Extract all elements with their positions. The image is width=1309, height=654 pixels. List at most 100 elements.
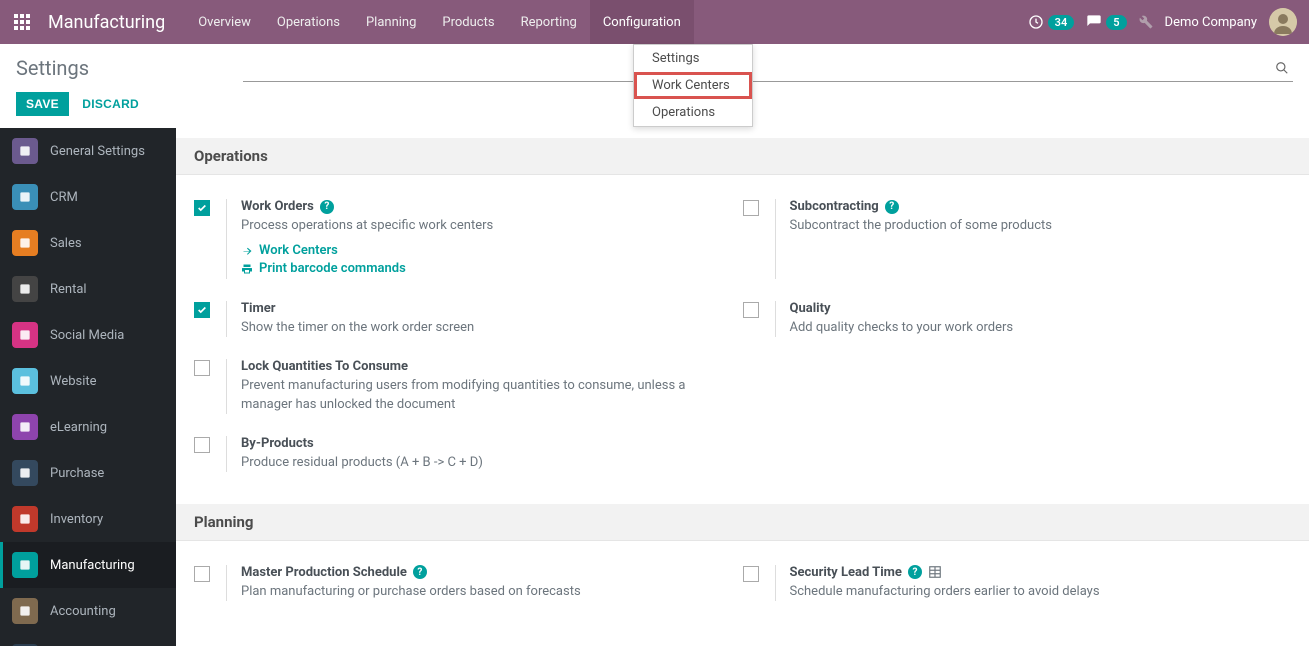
setting-timer: Timer Show the timer on the work order sc… bbox=[194, 293, 743, 351]
sidebar-item-label: Manufacturing bbox=[50, 558, 135, 573]
arrow-icon bbox=[241, 245, 253, 257]
module-icon bbox=[12, 598, 38, 624]
checkbox-subcontracting[interactable] bbox=[743, 200, 759, 216]
setting-quality: Quality Add quality checks to your work o… bbox=[743, 293, 1292, 351]
app-brand[interactable]: Manufacturing bbox=[44, 12, 185, 33]
user-avatar[interactable] bbox=[1269, 8, 1297, 36]
search-icon[interactable] bbox=[1275, 61, 1289, 75]
nav-configuration[interactable]: Configuration bbox=[590, 0, 694, 44]
sidebar-item-social-media[interactable]: Social Media bbox=[0, 312, 176, 358]
setting-link-work-centers[interactable]: Work Centers bbox=[241, 243, 723, 258]
module-icon bbox=[12, 552, 38, 578]
checkbox-byproducts[interactable] bbox=[194, 437, 210, 453]
setting-mps: Master Production Schedule?Plan manufact… bbox=[194, 557, 743, 615]
sidebar-item-website[interactable]: Website bbox=[0, 358, 176, 404]
search-bar[interactable] bbox=[243, 54, 1293, 82]
sidebar-item-project[interactable]: Project bbox=[0, 634, 176, 646]
messages-button[interactable]: 5 bbox=[1086, 14, 1126, 30]
apps-menu-icon[interactable] bbox=[0, 0, 44, 44]
table-icon[interactable] bbox=[928, 565, 942, 579]
sidebar-item-label: Rental bbox=[50, 282, 87, 297]
setting-description: Schedule manufacturing orders earlier to… bbox=[790, 583, 1272, 601]
nav-reporting[interactable]: Reporting bbox=[508, 0, 590, 44]
setting-title: Work Orders? bbox=[241, 199, 723, 214]
sidebar-item-inventory[interactable]: Inventory bbox=[0, 496, 176, 542]
setting-description: Add quality checks to your work orders bbox=[790, 319, 1272, 337]
sidebar-item-sales[interactable]: Sales bbox=[0, 220, 176, 266]
sidebar-item-elearning[interactable]: eLearning bbox=[0, 404, 176, 450]
setting-title: Subcontracting? bbox=[790, 199, 1272, 214]
setting-title: Lock Quantities To Consume bbox=[241, 359, 723, 374]
discard-button[interactable]: DISCARD bbox=[72, 92, 149, 116]
configuration-dropdown: SettingsWork CentersOperations bbox=[633, 44, 753, 127]
setting-subcontracting: Subcontracting? Subcontract the productio… bbox=[743, 191, 1292, 293]
help-icon[interactable]: ? bbox=[413, 565, 427, 579]
section-header: Operations bbox=[176, 138, 1309, 175]
module-icon bbox=[12, 230, 38, 256]
sidebar-item-crm[interactable]: CRM bbox=[0, 174, 176, 220]
sidebar-item-manufacturing[interactable]: Manufacturing bbox=[0, 542, 176, 588]
help-icon[interactable]: ? bbox=[320, 200, 334, 214]
setting-byproducts: By-ProductsProduce residual products (A … bbox=[194, 428, 743, 486]
print-icon bbox=[241, 263, 253, 275]
setting-description: Process operations at specific work cent… bbox=[241, 217, 723, 235]
module-icon bbox=[12, 322, 38, 348]
setting-title: Quality bbox=[790, 301, 1272, 316]
settings-content: Operations Work Orders? Process operations… bbox=[176, 128, 1309, 646]
setting-description: Subcontract the production of some produ… bbox=[790, 217, 1272, 235]
sidebar-item-label: General Settings bbox=[50, 144, 145, 159]
sidebar-item-label: CRM bbox=[50, 190, 78, 205]
settings-sidebar: General Settings CRM Sales Rental Social Med… bbox=[0, 128, 176, 646]
module-icon bbox=[12, 138, 38, 164]
setting-title: Timer bbox=[241, 301, 723, 316]
topbar: Manufacturing OverviewOperationsPlanning… bbox=[0, 0, 1309, 44]
module-icon bbox=[12, 184, 38, 210]
activities-count: 34 bbox=[1048, 15, 1075, 30]
page-title: Settings bbox=[16, 56, 89, 80]
checkbox-sec_lead[interactable] bbox=[743, 566, 759, 582]
sidebar-item-general-settings[interactable]: General Settings bbox=[0, 128, 176, 174]
setting-lock_qty: Lock Quantities To Consume Prevent manufa… bbox=[194, 351, 743, 427]
help-icon[interactable]: ? bbox=[885, 200, 899, 214]
module-icon bbox=[12, 460, 38, 486]
main-nav: OverviewOperationsPlanningProductsReport… bbox=[185, 0, 694, 44]
sidebar-item-label: eLearning bbox=[50, 420, 107, 435]
setting-description: Prevent manufacturing users from modifyi… bbox=[241, 377, 723, 413]
nav-overview[interactable]: Overview bbox=[185, 0, 264, 44]
setting-link-print-barcode-commands[interactable]: Print barcode commands bbox=[241, 261, 723, 276]
company-selector[interactable]: Demo Company bbox=[1165, 15, 1257, 30]
sidebar-item-purchase[interactable]: Purchase bbox=[0, 450, 176, 496]
checkbox-mps[interactable] bbox=[194, 566, 210, 582]
sidebar-item-label: Accounting bbox=[50, 604, 116, 619]
sidebar-item-label: Sales bbox=[50, 236, 82, 251]
module-icon bbox=[12, 276, 38, 302]
nav-operations[interactable]: Operations bbox=[264, 0, 353, 44]
sidebar-item-rental[interactable]: Rental bbox=[0, 266, 176, 312]
checkbox-work_orders[interactable] bbox=[194, 200, 210, 216]
section-header: Planning bbox=[176, 504, 1309, 541]
debug-icon[interactable] bbox=[1139, 15, 1153, 29]
checkbox-quality[interactable] bbox=[743, 302, 759, 318]
module-icon bbox=[12, 644, 38, 646]
nav-planning[interactable]: Planning bbox=[353, 0, 429, 44]
setting-description: Show the timer on the work order screen bbox=[241, 319, 723, 337]
dropdown-item-work-centers[interactable]: Work Centers bbox=[634, 72, 752, 99]
save-button[interactable]: SAVE bbox=[16, 92, 69, 116]
setting-title: Security Lead Time? bbox=[790, 565, 1272, 580]
module-icon bbox=[12, 368, 38, 394]
checkbox-lock_qty[interactable] bbox=[194, 360, 210, 376]
sidebar-item-accounting[interactable]: Accounting bbox=[0, 588, 176, 634]
setting-description: Plan manufacturing or purchase orders ba… bbox=[241, 583, 723, 601]
dropdown-item-operations[interactable]: Operations bbox=[634, 99, 752, 126]
checkbox-timer[interactable] bbox=[194, 302, 210, 318]
messages-count: 5 bbox=[1106, 15, 1126, 30]
help-icon[interactable]: ? bbox=[908, 565, 922, 579]
sidebar-item-label: Inventory bbox=[50, 512, 103, 527]
sidebar-item-label: Purchase bbox=[50, 466, 104, 481]
setting-work_orders: Work Orders? Process operations at specif… bbox=[194, 191, 743, 293]
module-icon bbox=[12, 506, 38, 532]
dropdown-item-settings[interactable]: Settings bbox=[634, 45, 752, 72]
activities-button[interactable]: 34 bbox=[1028, 14, 1075, 30]
setting-title: By-Products bbox=[241, 436, 723, 451]
nav-products[interactable]: Products bbox=[429, 0, 507, 44]
